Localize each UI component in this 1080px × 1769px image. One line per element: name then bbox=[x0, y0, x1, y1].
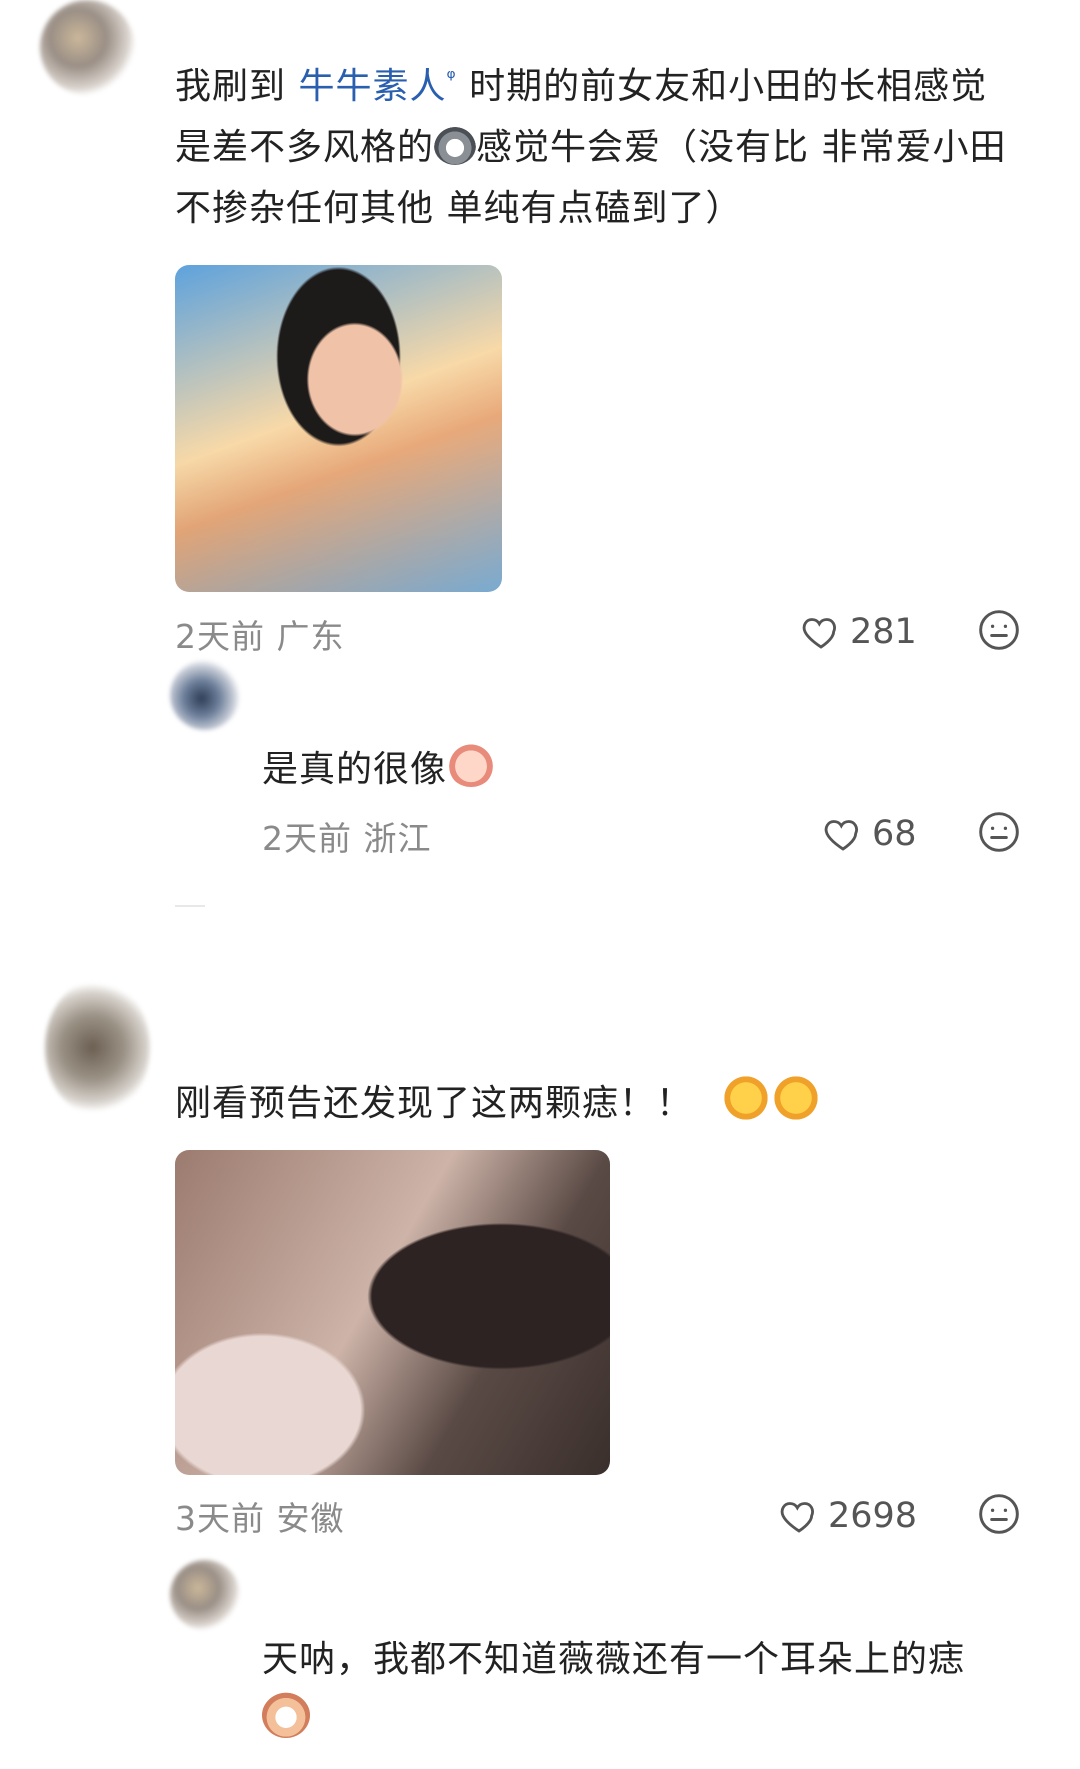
reply-like-count: 68 bbox=[872, 814, 917, 854]
comment-location: 广东 bbox=[276, 617, 345, 656]
heart-icon bbox=[802, 618, 836, 649]
search-mention-icon: ᵠ bbox=[446, 66, 457, 91]
dog-face-icon bbox=[262, 1692, 310, 1738]
comment-location: 安徽 bbox=[276, 1499, 345, 1538]
reply-time: 2天前 bbox=[262, 819, 352, 858]
comment-image[interactable] bbox=[175, 1150, 610, 1475]
cat-emoji-icon bbox=[434, 127, 477, 165]
comment-text-line2-rest: 感觉牛会爱（没有比 非常爱小田 bbox=[476, 127, 1007, 168]
comment-body: 我刷到 牛牛素人ᵠ 时期的前女友和小田的长相感觉 是差不多风格的 感觉牛会爱（没有… bbox=[175, 48, 1055, 239]
like-count: 2698 bbox=[828, 1496, 918, 1536]
smug-face-icon bbox=[723, 1075, 770, 1121]
reply-text: 是真的很像 bbox=[262, 749, 448, 790]
comment-meta: 3天前 安徽 bbox=[175, 1492, 345, 1540]
heart-icon bbox=[780, 1502, 814, 1533]
more-options-icon[interactable] bbox=[977, 1492, 1021, 1536]
section-divider bbox=[175, 905, 205, 907]
comment-time: 2天前 bbox=[175, 617, 265, 656]
reply-text: 天呐，我都不知道薇薇还有一个耳朵上的痣 bbox=[262, 1639, 966, 1680]
comment-time: 3天前 bbox=[175, 1499, 265, 1538]
commenter-avatar[interactable] bbox=[45, 980, 150, 1115]
more-options-icon[interactable] bbox=[977, 608, 1021, 652]
like-count: 281 bbox=[850, 612, 917, 652]
reply-body: 天呐，我都不知道薇薇还有一个耳朵上的痣 bbox=[262, 1630, 1042, 1741]
comment-meta: 2天前 广东 bbox=[175, 610, 345, 658]
mention-link[interactable]: 牛牛素人 bbox=[298, 66, 446, 107]
comment-text-rest: 时期的前女友和小田的长相感觉 bbox=[456, 66, 988, 107]
commenter-avatar[interactable] bbox=[40, 0, 135, 95]
crying-face-icon bbox=[447, 741, 496, 787]
comment-text-line3: 不掺杂任何其他 单纯有点磕到了） bbox=[175, 188, 743, 229]
comment-text: 刚看预告还发现了这两颗痣！！ bbox=[175, 1083, 694, 1124]
reply-location: 浙江 bbox=[363, 819, 432, 858]
smug-face-icon bbox=[773, 1075, 820, 1121]
comment-body: 刚看预告还发现了这两颗痣！！ bbox=[175, 1073, 820, 1134]
reply-body: 是真的很像 bbox=[262, 740, 496, 792]
reply-avatar[interactable] bbox=[170, 1560, 240, 1630]
heart-icon bbox=[824, 820, 858, 851]
like-button[interactable]: 281 bbox=[800, 612, 917, 652]
comment-image[interactable] bbox=[175, 265, 502, 592]
comment-text-prefix: 我刷到 bbox=[175, 66, 299, 107]
more-options-icon[interactable] bbox=[977, 810, 1021, 854]
reply-avatar[interactable] bbox=[170, 660, 240, 730]
reply-like-button[interactable]: 68 bbox=[822, 814, 917, 854]
like-button[interactable]: 2698 bbox=[778, 1496, 917, 1536]
comment-text-line2: 是差不多风格的 bbox=[175, 127, 435, 168]
reply-meta: 2天前 浙江 bbox=[262, 812, 432, 860]
